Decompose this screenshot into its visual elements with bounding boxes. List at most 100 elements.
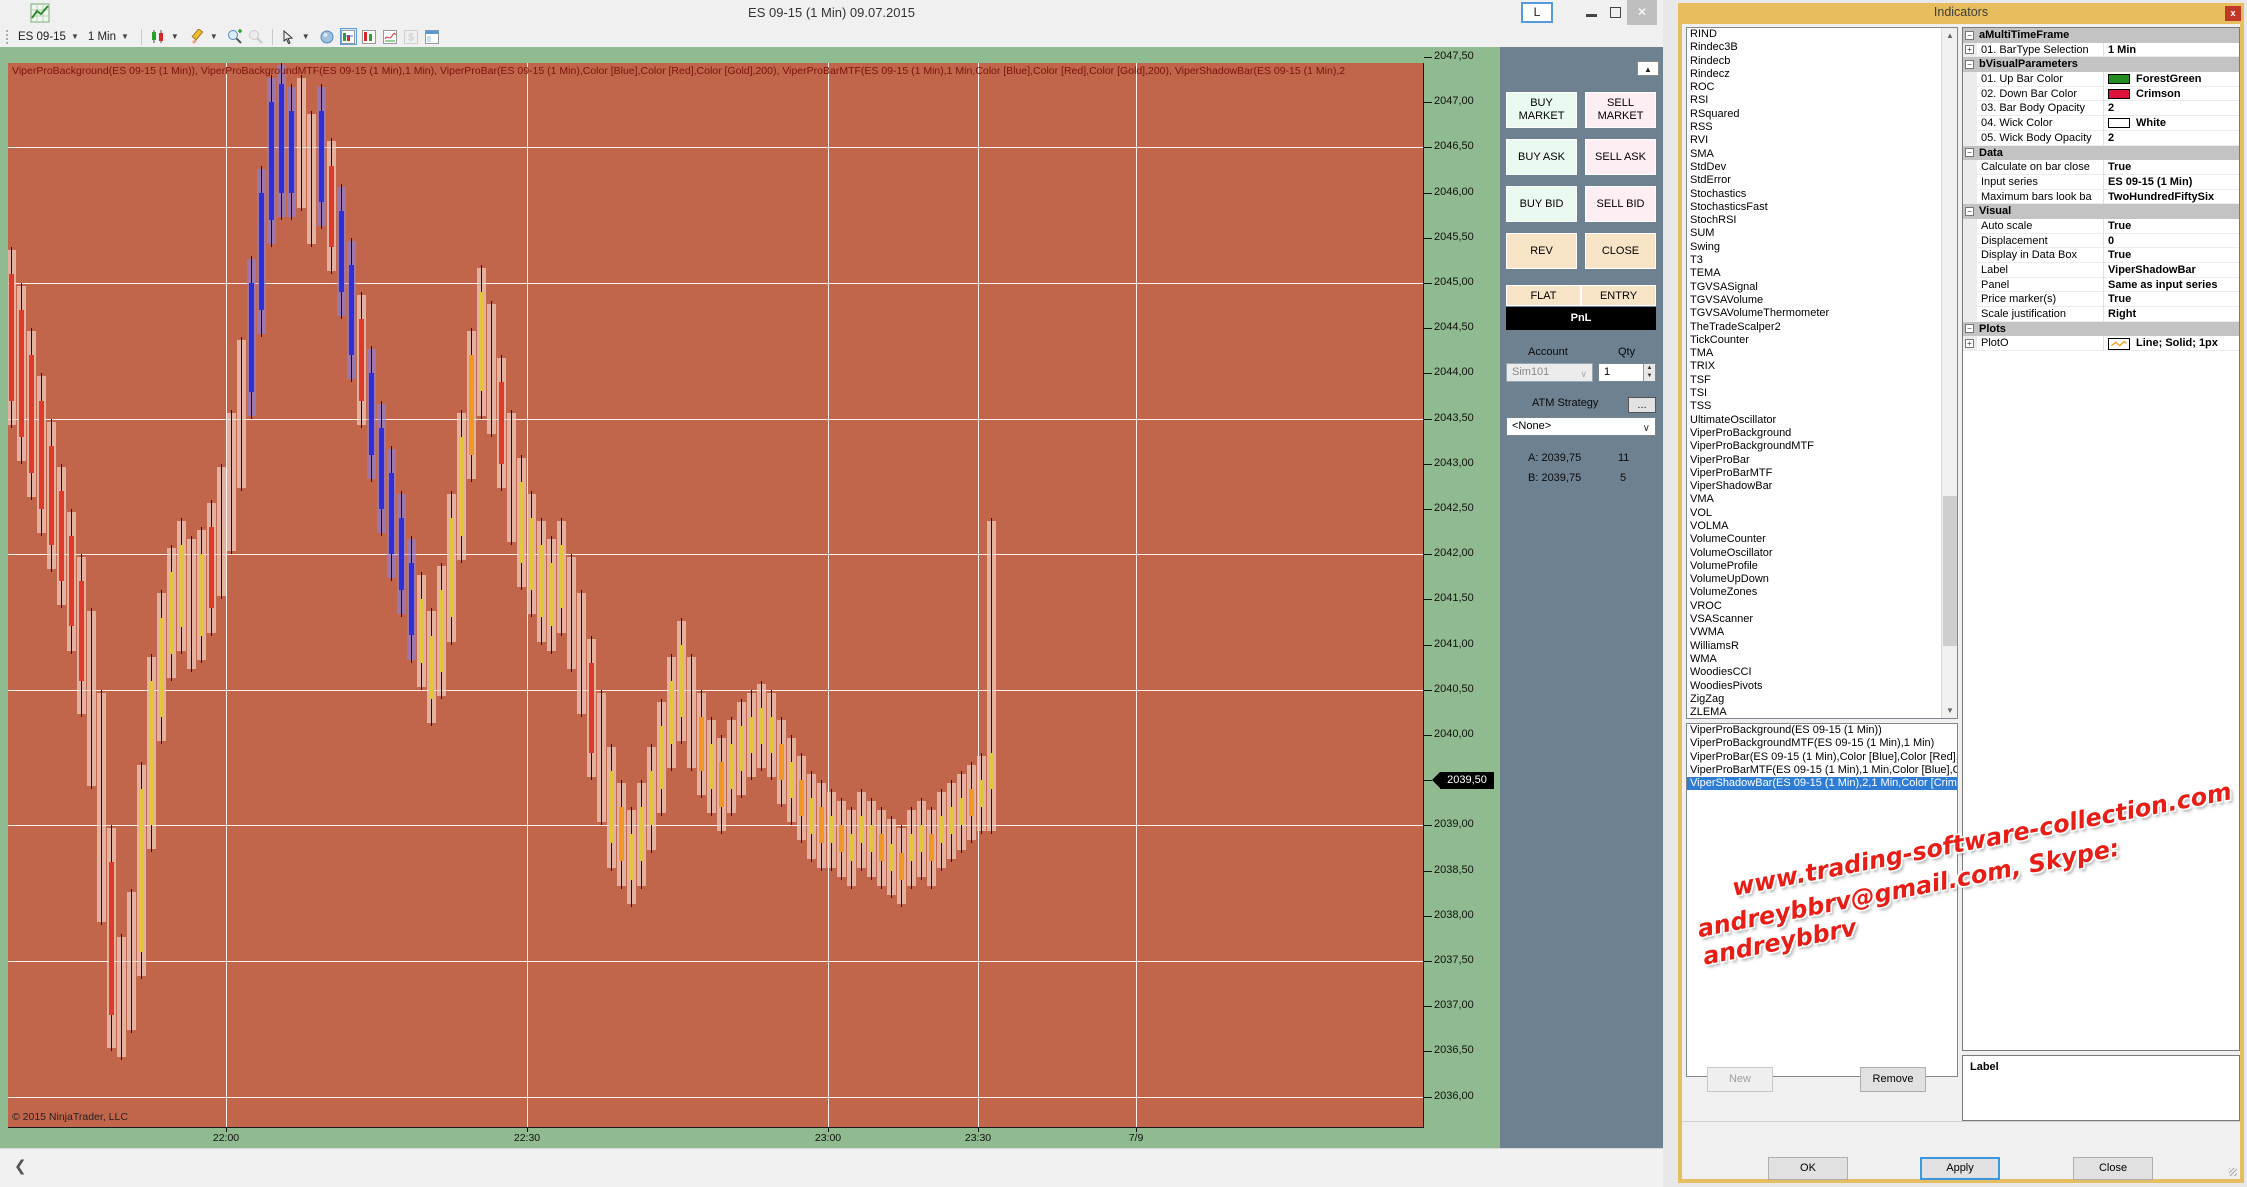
indicator-list-item[interactable]: Swing	[1687, 241, 1957, 254]
property-category-row[interactable]: −aMultiTimeFrame	[1963, 28, 2239, 43]
indicator-list-item[interactable]: VolumeProfile	[1687, 560, 1957, 573]
account-select[interactable]: Sim101	[1506, 363, 1593, 382]
property-value[interactable]: ForestGreen	[2103, 72, 2239, 87]
indicator-list-item[interactable]: UltimateOscillator	[1687, 414, 1957, 427]
toolbar-grip[interactable]	[6, 30, 10, 44]
indicator-list-item[interactable]: ViperProBackground	[1687, 427, 1957, 440]
property-row[interactable]: 03. Bar Body Opacity2	[1963, 101, 2239, 116]
remove-button[interactable]: Remove	[1860, 1067, 1926, 1092]
indicator-list-item[interactable]: SUM	[1687, 227, 1957, 240]
configured-indicator-item[interactable]: ViperProBackground(ES 09-15 (1 Min))	[1687, 724, 1957, 737]
indicator-list-item[interactable]: RSI	[1687, 94, 1957, 107]
indicator-list-item[interactable]: TEMA	[1687, 267, 1957, 280]
property-value[interactable]: Line; Solid; 1px	[2103, 336, 2239, 351]
indicator-list-item[interactable]: RVI	[1687, 134, 1957, 147]
drawing-dropdown-icon[interactable]: ▼	[210, 32, 218, 41]
indicator-list-item[interactable]: T3	[1687, 254, 1957, 267]
property-value[interactable]: Crimson	[2103, 87, 2239, 102]
cursor-dropdown-icon[interactable]: ▼	[302, 32, 310, 41]
instrument-selector[interactable]: ES 09-15	[16, 31, 68, 43]
property-row[interactable]: PanelSame as input series	[1963, 278, 2239, 293]
property-value[interactable]: True	[2103, 292, 2239, 307]
buy-ask-button[interactable]: BUY ASK	[1506, 139, 1577, 175]
indicator-list-item[interactable]: ViperProBarMTF	[1687, 467, 1957, 480]
indicator-list-item[interactable]: VOLMA	[1687, 520, 1957, 533]
indicator-list-item[interactable]: StochRSI	[1687, 214, 1957, 227]
property-row[interactable]: 05. Wick Body Opacity2	[1963, 131, 2239, 146]
minimize-icon[interactable]	[1586, 14, 1597, 17]
property-row[interactable]: +01. BarType Selection1 Min	[1963, 43, 2239, 58]
maximize-icon[interactable]	[1610, 7, 1621, 18]
property-row[interactable]: Input seriesES 09-15 (1 Min)	[1963, 175, 2239, 190]
property-row[interactable]: Maximum bars look baTwoHundredFiftySix	[1963, 190, 2239, 205]
property-value[interactable]: 2	[2103, 131, 2239, 146]
indicator-list-item[interactable]: WilliamsR	[1687, 640, 1957, 653]
collapse-icon[interactable]: −	[1965, 207, 1974, 216]
indicator-list-item[interactable]: SMA	[1687, 148, 1957, 161]
bottom-scrollbar[interactable]: ❮	[0, 1148, 1663, 1187]
close-icon[interactable]: ✕	[1627, 0, 1657, 25]
property-row[interactable]: +PlotOLine; Solid; 1px	[1963, 336, 2239, 351]
resize-grip[interactable]	[2229, 1168, 2237, 1176]
property-row[interactable]: Display in Data BoxTrue	[1963, 248, 2239, 263]
scroll-down-icon[interactable]: ▼	[1942, 703, 1958, 718]
property-row[interactable]: LabelViperShadowBar	[1963, 263, 2239, 278]
property-category-row[interactable]: −Visual	[1963, 204, 2239, 219]
property-value[interactable]: Same as input series	[2103, 278, 2239, 293]
indicator-list-item[interactable]: TickCounter	[1687, 334, 1957, 347]
interval-selector[interactable]: 1 Min	[86, 31, 118, 43]
property-row[interactable]: 01. Up Bar ColorForestGreen	[1963, 72, 2239, 87]
property-category-row[interactable]: −Plots	[1963, 322, 2239, 337]
indicator-list-item[interactable]: StdError	[1687, 174, 1957, 187]
indicator-list-item[interactable]: TSI	[1687, 387, 1957, 400]
property-row[interactable]: Displacement0	[1963, 234, 2239, 249]
buy-market-button[interactable]: BUY MARKET	[1506, 92, 1577, 128]
quantity-spin-icons[interactable]: ▲▼	[1643, 364, 1655, 381]
indicator-list-item[interactable]: VMA	[1687, 493, 1957, 506]
indicator-list-item[interactable]: ViperProBar	[1687, 454, 1957, 467]
indicator-list-item[interactable]: TSF	[1687, 374, 1957, 387]
indicator-list-item[interactable]: VolumeCounter	[1687, 533, 1957, 546]
indicator-list-item[interactable]: RSS	[1687, 121, 1957, 134]
instrument-dropdown-icon[interactable]: ▼	[71, 32, 79, 41]
ok-button[interactable]: OK	[1768, 1157, 1848, 1180]
pnl-display[interactable]: PnL	[1506, 307, 1656, 330]
atm-more-button[interactable]: ...	[1628, 397, 1656, 413]
time-axis[interactable]: 22:0022:3023:0023:307/9	[0, 1128, 1425, 1148]
list-scrollbar[interactable]: ▲ ▼	[1941, 28, 1957, 718]
indicator-list-item[interactable]: TGVSAVolume	[1687, 294, 1957, 307]
property-value[interactable]: ViperShadowBar	[2103, 263, 2239, 278]
new-button[interactable]: New	[1707, 1067, 1773, 1092]
indicator-list-item[interactable]: StdDev	[1687, 161, 1957, 174]
property-row[interactable]: 04. Wick ColorWhite	[1963, 116, 2239, 131]
indicator-list-item[interactable]: ZigZag	[1687, 693, 1957, 706]
property-category-row[interactable]: −bVisualParameters	[1963, 57, 2239, 72]
collapse-icon[interactable]: −	[1965, 148, 1974, 157]
property-row[interactable]: Scale justificationRight	[1963, 307, 2239, 322]
property-value[interactable]: 0	[2103, 234, 2239, 249]
drawing-tools-icon[interactable]	[188, 28, 205, 45]
indicator-list-item[interactable]: Rindecz	[1687, 68, 1957, 81]
configured-indicator-item[interactable]: ViperShadowBar(ES 09-15 (1 Min),2,1 Min,…	[1687, 777, 1957, 790]
sell-ask-button[interactable]: SELL ASK	[1585, 139, 1656, 175]
configured-indicator-item[interactable]: ViperProBarMTF(ES 09-15 (1 Min),1 Min,Co…	[1687, 764, 1957, 777]
sell-bid-button[interactable]: SELL BID	[1585, 186, 1656, 222]
configured-indicators-list[interactable]: ViperProBackground(ES 09-15 (1 Min)) Vipe…	[1686, 723, 1958, 1077]
chart-plot[interactable]: ViperProBackground(ES 09-15 (1 Min)), Vi…	[8, 63, 1424, 1128]
indicator-list-item[interactable]: ViperShadowBar	[1687, 480, 1957, 493]
indicator-list-item[interactable]: TRIX	[1687, 360, 1957, 373]
collapse-panel-button[interactable]: ▲	[1637, 61, 1659, 76]
property-value[interactable]: White	[2103, 116, 2239, 131]
bar-type-dropdown-icon[interactable]: ▼	[171, 32, 179, 41]
indicator-list-item[interactable]: StochasticsFast	[1687, 201, 1957, 214]
entry-button[interactable]: ENTRY	[1581, 285, 1656, 306]
expand-icon[interactable]: +	[1965, 339, 1974, 348]
property-row[interactable]: Price marker(s)True	[1963, 292, 2239, 307]
property-row[interactable]: Calculate on bar closeTrue	[1963, 160, 2239, 175]
indicator-list-item[interactable]: ViperProBackgroundMTF	[1687, 440, 1957, 453]
dollar-icon[interactable]: $	[403, 28, 420, 45]
indicator-list-item[interactable]: RIND	[1687, 28, 1957, 41]
indicator-list-item[interactable]: Rindecb	[1687, 55, 1957, 68]
close-button[interactable]: Close	[2073, 1157, 2153, 1180]
indicator-list-item[interactable]: VWMA	[1687, 626, 1957, 639]
